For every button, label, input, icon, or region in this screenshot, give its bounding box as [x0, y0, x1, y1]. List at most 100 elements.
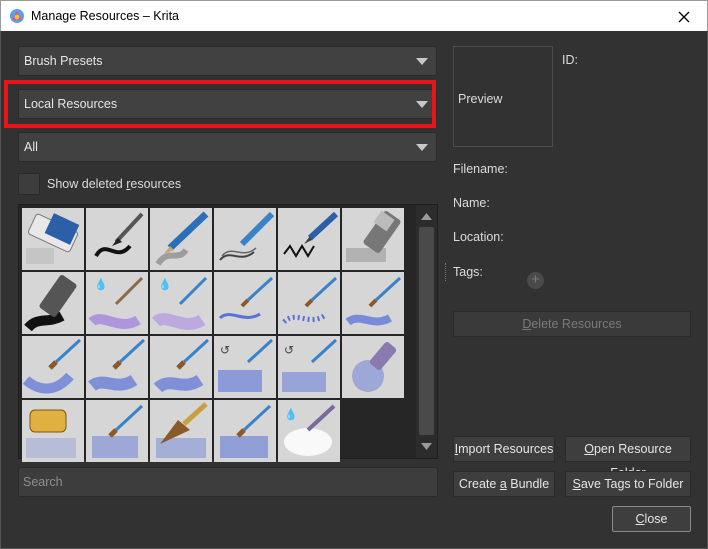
svg-text:↺: ↺: [284, 343, 294, 357]
krita-icon: [10, 9, 24, 23]
scroll-up-button[interactable]: [418, 208, 435, 225]
svg-text:💧: 💧: [284, 408, 298, 421]
show-deleted-label: Show deleted resources: [47, 177, 182, 191]
show-deleted-toggle[interactable]: Show deleted resources: [18, 173, 181, 195]
delete-resources-button[interactable]: Delete Resources: [453, 311, 691, 337]
brush-thumbnail-icon: ↺: [282, 338, 338, 392]
save-tags-to-folder-button[interactable]: Save Tags to Folder: [565, 471, 691, 497]
brush-thumbnail-icon: 💧: [284, 404, 336, 456]
scroll-down-button[interactable]: [418, 438, 435, 455]
manage-resources-dialog: Brush Presets Local Resources All Show d…: [0, 31, 708, 549]
close-icon: [678, 11, 690, 22]
save-label-mnemonic: S: [572, 477, 581, 491]
delete-label-rest: elete Resources: [531, 317, 622, 331]
svg-text:↺: ↺: [220, 343, 230, 357]
svg-text:💧: 💧: [158, 278, 172, 291]
brush-preset-pencil[interactable]: [150, 208, 212, 270]
id-label: ID:: [562, 53, 578, 67]
save-label-rest: ave Tags to Folder: [580, 477, 684, 491]
brush-preset-brush-blue-round[interactable]: [150, 336, 212, 398]
create-bundle-button[interactable]: Create a Bundle: [453, 471, 555, 497]
bundle-label-mnemonic: a: [499, 477, 507, 491]
brush-preset-fountain-pen[interactable]: [278, 208, 340, 270]
tag-filter-value: All: [24, 140, 38, 154]
brush-preset-blender-wet[interactable]: 💧: [278, 400, 340, 462]
brush-thumbnail-icon: 💧: [88, 276, 144, 329]
bundle-label-rest: Bundle: [506, 477, 550, 491]
brush-preset-eraser[interactable]: [22, 208, 84, 270]
brush-preset-brush-blue-flat[interactable]: [86, 336, 148, 398]
brush-preset-brush-blue-wet[interactable]: [342, 272, 404, 334]
brush-thumbnail-icon: 💧: [151, 276, 208, 330]
brush-thumbnail-icon: [156, 402, 208, 458]
brush-thumbnail-icon: [24, 275, 77, 332]
name-label: Name:: [453, 196, 490, 210]
search-input[interactable]: Search: [18, 467, 438, 497]
location-label: Location:: [453, 230, 504, 244]
tags-label: Tags:: [453, 265, 483, 279]
brush-preset-marker[interactable]: [342, 208, 404, 270]
close-label-rest: lose: [644, 512, 668, 526]
import-resources-button[interactable]: Import Resources: [453, 436, 555, 462]
brush-thumbnail-icon: [94, 212, 144, 258]
brush-preset-round-brush-wet[interactable]: 💧: [150, 272, 212, 334]
import-label-rest: mport Resources: [458, 442, 554, 456]
open-label-mnemonic: O: [584, 442, 594, 456]
close-window-button[interactable]: [661, 1, 707, 32]
open-resource-folder-button[interactable]: Open Resource Folder: [565, 436, 691, 480]
bundle-label-prefix: Create: [458, 477, 500, 491]
brush-thumbnail-icon: [352, 342, 397, 392]
brush-preset-fan-brush[interactable]: [150, 400, 212, 462]
brush-preset-brush-blue-wide[interactable]: [22, 336, 84, 398]
filename-label: Filename:: [453, 162, 508, 176]
brush-thumbnail-icon: [92, 404, 144, 458]
tag-filter-select[interactable]: All: [18, 132, 437, 162]
chevron-down-icon: [416, 144, 428, 151]
preview-label: Preview: [458, 92, 503, 106]
brush-preset-sponge[interactable]: [22, 400, 84, 462]
brush-preset-ink-brush[interactable]: [86, 208, 148, 270]
storage-value: Local Resources: [24, 97, 118, 111]
brush-preset-pencil-sketch[interactable]: [214, 208, 276, 270]
close-label-mnemonic: C: [635, 512, 645, 526]
brush-thumbnail-icon: [26, 213, 80, 264]
brush-thumbnail-icon: [155, 211, 209, 266]
resource-type-select[interactable]: Brush Presets: [18, 46, 437, 76]
brush-preset-brush-blue-splatter[interactable]: [86, 400, 148, 462]
search-placeholder: Search: [23, 475, 63, 489]
brush-preset-brush-blue-dots[interactable]: [278, 272, 340, 334]
window-title: Manage Resources – Krita: [31, 9, 179, 23]
brush-preset-brush-blue-dry[interactable]: ↺: [278, 336, 340, 398]
show-deleted-checkbox[interactable]: [18, 173, 40, 195]
svg-text:💧: 💧: [94, 278, 108, 291]
brush-thumbnail-icon: [345, 276, 402, 326]
brush-thumbnail-icon: [218, 276, 274, 320]
storage-select[interactable]: Local Resources: [18, 89, 437, 119]
brush-thumbnail-icon: [282, 276, 338, 324]
brush-thumbnail-icon: [219, 211, 275, 261]
triangle-down-icon: [421, 443, 432, 450]
brush-preset-marker-ink[interactable]: [22, 272, 84, 334]
add-tag-button[interactable]: +: [527, 272, 544, 289]
brush-thumbnail-icon: [220, 404, 272, 458]
brush-thumbnail-icon: [153, 338, 210, 393]
brush-thumbnail-icon: ↺: [218, 338, 274, 392]
close-button[interactable]: Close: [612, 506, 691, 532]
tags-drag-handle[interactable]: [445, 263, 447, 281]
scroll-thumb[interactable]: [419, 227, 434, 435]
brush-thumbnail-icon: [346, 210, 401, 262]
delete-label-mnemonic: D: [522, 317, 532, 331]
brush-preset-brush-blue-bristle[interactable]: [214, 400, 276, 462]
brush-preset-palette-knife-purple[interactable]: 💧: [86, 272, 148, 334]
brush-preset-airbrush-purple[interactable]: [342, 336, 404, 398]
plus-icon: +: [531, 271, 540, 288]
grid-scrollbar[interactable]: [416, 205, 437, 458]
brush-thumbnail-icon: [88, 338, 146, 392]
title-bar: Manage Resources – Krita: [0, 0, 708, 31]
brush-thumbnail-icon: [22, 338, 82, 394]
brush-thumbnail-icon: [26, 409, 76, 458]
preview-box: Preview: [453, 46, 553, 147]
chevron-down-icon: [416, 101, 428, 108]
brush-preset-brush-blue-texture[interactable]: ↺: [214, 336, 276, 398]
brush-preset-brush-blue-stroke[interactable]: [214, 272, 276, 334]
